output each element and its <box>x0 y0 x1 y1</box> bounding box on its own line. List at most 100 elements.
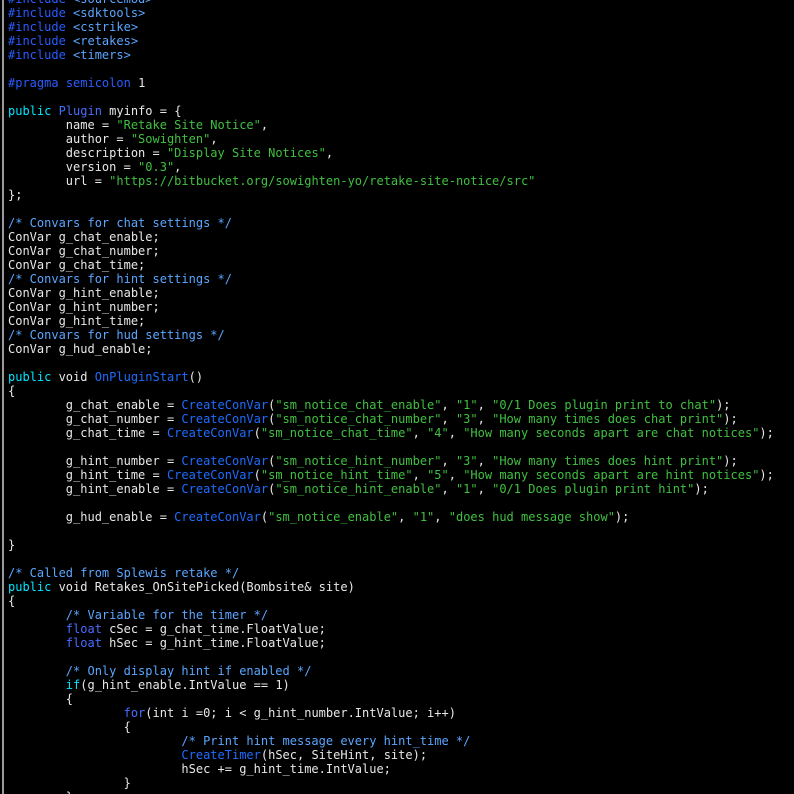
code-token: /* Only display hint if enabled */ <box>65 664 312 678</box>
code-token: "Sowighten" <box>130 132 211 146</box>
code-token: "sm_notice_chat_number" <box>275 412 442 426</box>
code-token: semicolon <box>65 76 131 90</box>
code-token: "does hud message show" <box>448 510 615 524</box>
code-line: public void Retakes_OnSitePicked(Bombsit… <box>8 580 774 594</box>
code-token: url = <box>8 174 110 188</box>
code-token: "1" <box>412 510 435 524</box>
code-token: ); <box>723 412 738 426</box>
code-token: "0/1 Does plugin print to chat" <box>492 398 717 412</box>
code-line: ConVar g_hint_number; <box>8 300 774 314</box>
code-line: g_hint_enable = CreateConVar("sm_notice_… <box>8 482 774 496</box>
code-line: } <box>8 776 774 790</box>
code-token: ); <box>759 426 774 440</box>
code-line: /* Variable for the timer */ <box>8 608 774 622</box>
code-token: float <box>65 636 102 650</box>
code-token: ); <box>694 482 709 496</box>
code-line: /* Print hint message every hint_time */ <box>8 734 774 748</box>
code-token: 1 <box>130 76 146 90</box>
code-line: url = "https://bitbucket.org/sowighten-y… <box>8 174 774 188</box>
code-token: , <box>441 412 456 426</box>
code-token: ConVar g_chat_time; <box>8 258 146 272</box>
code-token: void <box>51 370 95 384</box>
code-token: float <box>65 622 102 636</box>
code-token: #pragma <box>8 76 59 90</box>
code-token: "How many seconds apart are chat notices… <box>463 426 760 440</box>
code-token: (hSec, SiteHint, site); <box>260 748 428 762</box>
code-token: CreateConVar <box>181 412 269 426</box>
code-line: ConVar g_chat_enable; <box>8 230 774 244</box>
code-token: { <box>8 720 131 734</box>
code-line: CreateTimer(hSec, SiteHint, site); <box>8 748 774 762</box>
code-line: if(g_hint_enable.IntValue == 1) <box>8 678 774 692</box>
code-token: , <box>441 398 456 412</box>
code-token: public <box>8 370 52 384</box>
code-token: { <box>8 692 74 706</box>
code-line: ConVar g_chat_number; <box>8 244 774 258</box>
code-token: , <box>441 454 456 468</box>
code-token: "sm_notice_hint_time" <box>260 468 413 482</box>
code-token: , <box>477 398 493 412</box>
code-token: #include <box>8 6 66 20</box>
code-token: , <box>260 118 269 132</box>
code-line: author = "Sowighten", <box>8 132 774 146</box>
code-line: version = "0.3", <box>8 160 774 174</box>
code-token: OnPluginStart <box>94 370 189 384</box>
code-line: { <box>8 384 774 398</box>
code-token: ( <box>253 426 261 440</box>
code-token: }; <box>8 188 23 202</box>
code-token: CreateConVar <box>174 510 261 524</box>
code-token: g_hint_number = <box>8 454 182 468</box>
code-line: { <box>8 594 774 608</box>
code-editor[interactable]: #include <sourcemod>#include <sdktools>#… <box>0 0 794 794</box>
code-token: ); <box>614 510 630 524</box>
code-token: CreateConVar <box>181 482 269 496</box>
code-line: public Plugin myinfo = { <box>8 104 774 118</box>
code-token: "Retake Site Notice" <box>116 118 261 132</box>
code-line: g_hint_time = CreateConVar("sm_notice_hi… <box>8 468 774 482</box>
code-token: ConVar g_hint_enable; <box>8 286 160 300</box>
code-token: /* Convars for chat settings */ <box>8 216 232 230</box>
code-line: ConVar g_hud_enable; <box>8 342 774 356</box>
code-token: hSec = g_hint_time.FloatValue; <box>101 636 326 650</box>
code-token: , <box>210 132 218 146</box>
code-token: ConVar g_chat_number; <box>8 244 160 258</box>
code-token: CreateConVar <box>181 454 269 468</box>
code-token: author = <box>8 132 131 146</box>
code-token: "How many times does chat print" <box>492 412 724 426</box>
code-token: void Retakes_OnSitePicked(Bombsite& site… <box>51 580 355 594</box>
code-token: /* Called from Splewis retake */ <box>8 566 240 580</box>
code-token: CreateConVar <box>181 398 269 412</box>
code-token: "sm_notice_chat_enable" <box>275 398 442 412</box>
code-token: "1" <box>455 482 478 496</box>
code-token: , <box>434 510 449 524</box>
code-token: () <box>188 370 204 384</box>
code-line: public void OnPluginStart() <box>8 370 774 384</box>
code-line: #include <cstrike> <box>8 20 774 34</box>
code-line: ConVar g_chat_time; <box>8 258 774 272</box>
code-line: { <box>8 720 774 734</box>
code-token: g_hud_enable = <box>8 510 175 524</box>
code-line: for(int i =0; i < g_hint_number.IntValue… <box>8 706 774 720</box>
code-token: "0.3" <box>138 160 175 174</box>
code-token: , <box>174 160 182 174</box>
code-token: ( <box>253 468 261 482</box>
code-token: } <box>8 776 131 790</box>
code-token: Plugin <box>58 104 102 118</box>
code-line: ConVar g_hint_enable; <box>8 286 774 300</box>
code-line: /* Convars for hint settings */ <box>8 272 774 286</box>
code-line: { <box>8 692 774 706</box>
code-token: g_hint_enable = <box>8 482 182 496</box>
code-line: /* Convars for chat settings */ <box>8 216 774 230</box>
code-text-area[interactable]: #include <sourcemod>#include <sdktools>#… <box>8 0 774 794</box>
